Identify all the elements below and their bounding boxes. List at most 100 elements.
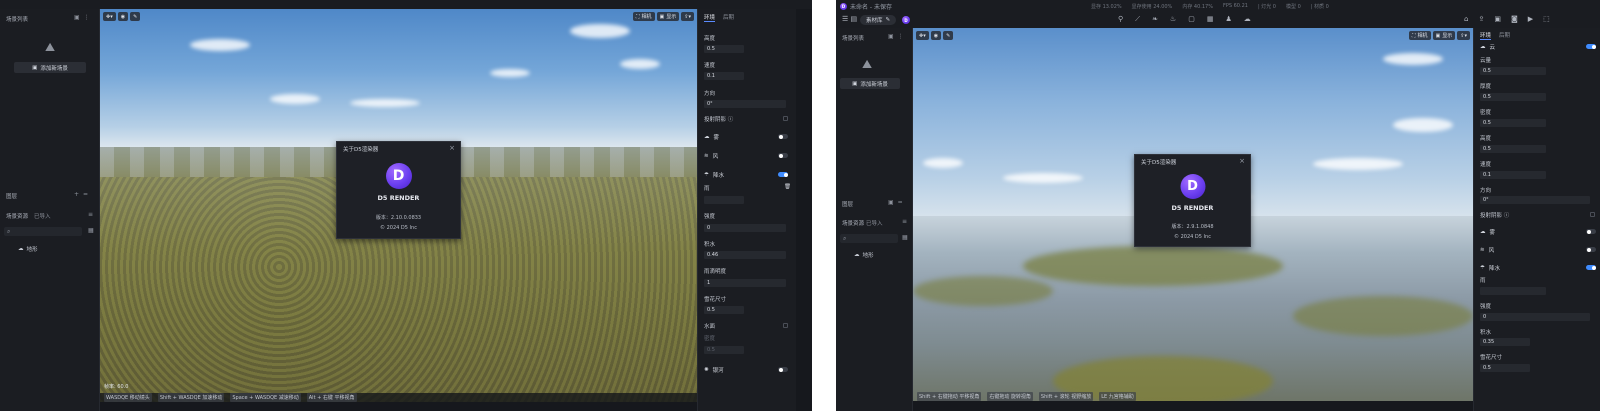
menu-icon[interactable]: ☰ ▤	[842, 15, 857, 23]
home-icon[interactable]: ⌂	[1464, 15, 1468, 23]
height-input[interactable]: 0.5	[704, 45, 744, 53]
tab-environment[interactable]: 环境	[704, 13, 716, 22]
water-surface-label: 水面	[704, 324, 716, 330]
grid-view-icon[interactable]: ▦	[902, 234, 912, 241]
snow-size-input[interactable]: 0.5	[704, 306, 744, 314]
export-icon[interactable]: ⇪	[1478, 15, 1484, 23]
filter-icon[interactable]: ≡	[902, 218, 911, 225]
scene-list-icons[interactable]: ▣⋮	[888, 33, 908, 40]
hint: Space + WASDQE 减速移动	[230, 393, 301, 402]
speed-input[interactable]: 0.1	[704, 72, 744, 80]
share-button[interactable]: ⇪▾	[1457, 31, 1470, 40]
tab-environment[interactable]: 环境	[1480, 31, 1492, 40]
drop-brightness-input[interactable]: 1	[704, 279, 786, 287]
asset-library-button[interactable]: 素材库 ✎	[860, 15, 897, 25]
fog-toggle[interactable]	[1586, 229, 1596, 234]
water-surface-checkbox[interactable]	[783, 323, 788, 328]
tab-post[interactable]: 后期	[1499, 31, 1510, 40]
light-icon[interactable]: ⚲	[1118, 15, 1123, 24]
box-icon[interactable]: ▢	[1188, 15, 1195, 24]
puddles-input[interactable]: 0.46	[704, 251, 786, 259]
speed-label: 速度	[1480, 162, 1492, 168]
rain-toggle[interactable]	[778, 172, 788, 177]
cast-shadow-checkbox[interactable]	[1590, 212, 1595, 217]
cloud	[620, 59, 660, 69]
intensity-input[interactable]: 0	[1480, 313, 1590, 321]
fog-toggle[interactable]	[778, 134, 788, 139]
grid-icon[interactable]: ▦	[1207, 15, 1214, 24]
density-input[interactable]: 0.5	[1480, 119, 1546, 127]
layers-title: 图层	[6, 194, 18, 200]
cast-shadow-checkbox[interactable]	[783, 116, 788, 121]
app-window-left: 场景列表 ▣⋮ ⛰ ▣ 添加新场景 图层 += 场景资源 已导入 ≡ ⌕ ▦ ☁…	[0, 0, 812, 411]
snap-button[interactable]: ◉	[117, 12, 129, 21]
speed-input[interactable]: 0.1	[1480, 171, 1546, 179]
video-icon[interactable]: ▶	[1528, 15, 1533, 23]
hint: WASDQE 移动镜头	[104, 393, 152, 402]
transform-tool-button[interactable]: ✥▾	[103, 12, 116, 21]
add-scene-button[interactable]: ▣ 添加新场景	[840, 78, 900, 89]
rain-type-preview[interactable]	[704, 196, 744, 204]
delete-icon[interactable]: 🗑	[784, 184, 791, 190]
display-button[interactable]: ▣ 显示	[1432, 31, 1456, 40]
camera-icon[interactable]: ◙	[1511, 15, 1518, 23]
tab-scene-assets[interactable]: 场景资源	[6, 212, 28, 220]
camera-icon: ⛶	[636, 13, 640, 20]
cloud	[1313, 158, 1403, 170]
display-button[interactable]: ▣ 显示	[656, 12, 680, 21]
intensity-input[interactable]: 0	[704, 224, 786, 232]
cloud-cover-input[interactable]: 0.5	[1480, 67, 1546, 75]
rain-row: ☂ 降水	[1480, 265, 1500, 272]
tool-row: ⚲ ⟋ ❧ ♨ ▢ ▦ ♟ ☁	[1118, 15, 1251, 24]
fire-icon[interactable]: ♨	[1170, 15, 1176, 24]
snow-size-input[interactable]: 0.5	[1480, 364, 1530, 372]
camera-button[interactable]: ⛶ 相机	[633, 12, 655, 21]
cloud-icon[interactable]: ☁	[1244, 15, 1251, 24]
filter-icon[interactable]: ≡	[88, 211, 97, 218]
share-button[interactable]: ⇪▾	[681, 12, 694, 21]
camera-icon: ⛶	[1412, 32, 1416, 39]
puddles-input[interactable]: 0.35	[1480, 338, 1530, 346]
direction-input[interactable]: 0°	[1480, 196, 1590, 204]
cloud-toggle[interactable]	[1586, 44, 1596, 49]
search-input[interactable]: ⌕	[4, 227, 82, 236]
snap-button[interactable]: ◉	[930, 31, 942, 40]
save-icon[interactable]: ⬚	[1543, 15, 1550, 23]
tab-imported[interactable]: 已导入	[34, 212, 51, 220]
right-tool-row: ⌂ ⇪ ▣ ◙ ▶ ⬚	[1464, 15, 1550, 23]
rain-toggle[interactable]	[1586, 265, 1596, 270]
layers-icons[interactable]: +=	[74, 191, 92, 198]
close-icon[interactable]: ×	[449, 144, 455, 152]
transform-tool-button[interactable]: ✥▾	[916, 31, 929, 40]
galaxy-toggle[interactable]	[778, 367, 788, 372]
layers-icons[interactable]: ▣=	[888, 199, 907, 206]
pen-tool-button[interactable]: ✎	[943, 31, 954, 40]
height-input[interactable]: 0.5	[1480, 145, 1546, 153]
scene-list-icons[interactable]: ▣⋮	[74, 14, 94, 21]
rain-type-preview[interactable]	[1480, 287, 1546, 295]
tree-item-terrain[interactable]: ☁ 地形	[854, 251, 874, 259]
leaf-icon[interactable]: ❧	[1152, 15, 1158, 24]
wind-toggle[interactable]	[778, 153, 788, 158]
density-label: 密度	[704, 336, 716, 342]
tab-post[interactable]: 后期	[723, 13, 734, 22]
tab-scene-assets[interactable]: 场景资源	[842, 219, 864, 227]
density-input[interactable]: 0.5	[704, 346, 744, 354]
cloud	[490, 69, 530, 77]
search-input[interactable]: ⌕	[840, 234, 898, 243]
people-icon[interactable]: ♟	[1225, 15, 1231, 24]
right-panel: 环境 后期 高度 0.5 速度 0.1 方向 0° 投射阴影 ⓘ ☁ 雾 ≋ 风 ☂…	[697, 9, 796, 411]
tree-item-terrain[interactable]: ☁ 地形	[18, 245, 38, 253]
wind-toggle[interactable]	[1586, 247, 1596, 252]
add-scene-button[interactable]: ▣ 添加新场景	[14, 62, 86, 73]
grid-view-icon[interactable]: ▦	[88, 227, 98, 234]
direction-input[interactable]: 0°	[704, 100, 786, 108]
pen-tool-button[interactable]: ✎	[130, 12, 141, 21]
path-icon[interactable]: ⟋	[1135, 15, 1140, 24]
camera-button[interactable]: ⛶ 相机	[1409, 31, 1431, 40]
tab-imported[interactable]: 已导入	[866, 219, 883, 227]
close-icon[interactable]: ×	[1239, 157, 1245, 165]
thickness-input[interactable]: 0.5	[1480, 93, 1546, 101]
image-icon[interactable]: ▣	[1494, 15, 1501, 23]
cloud-row: ☁ 云	[1480, 44, 1496, 51]
